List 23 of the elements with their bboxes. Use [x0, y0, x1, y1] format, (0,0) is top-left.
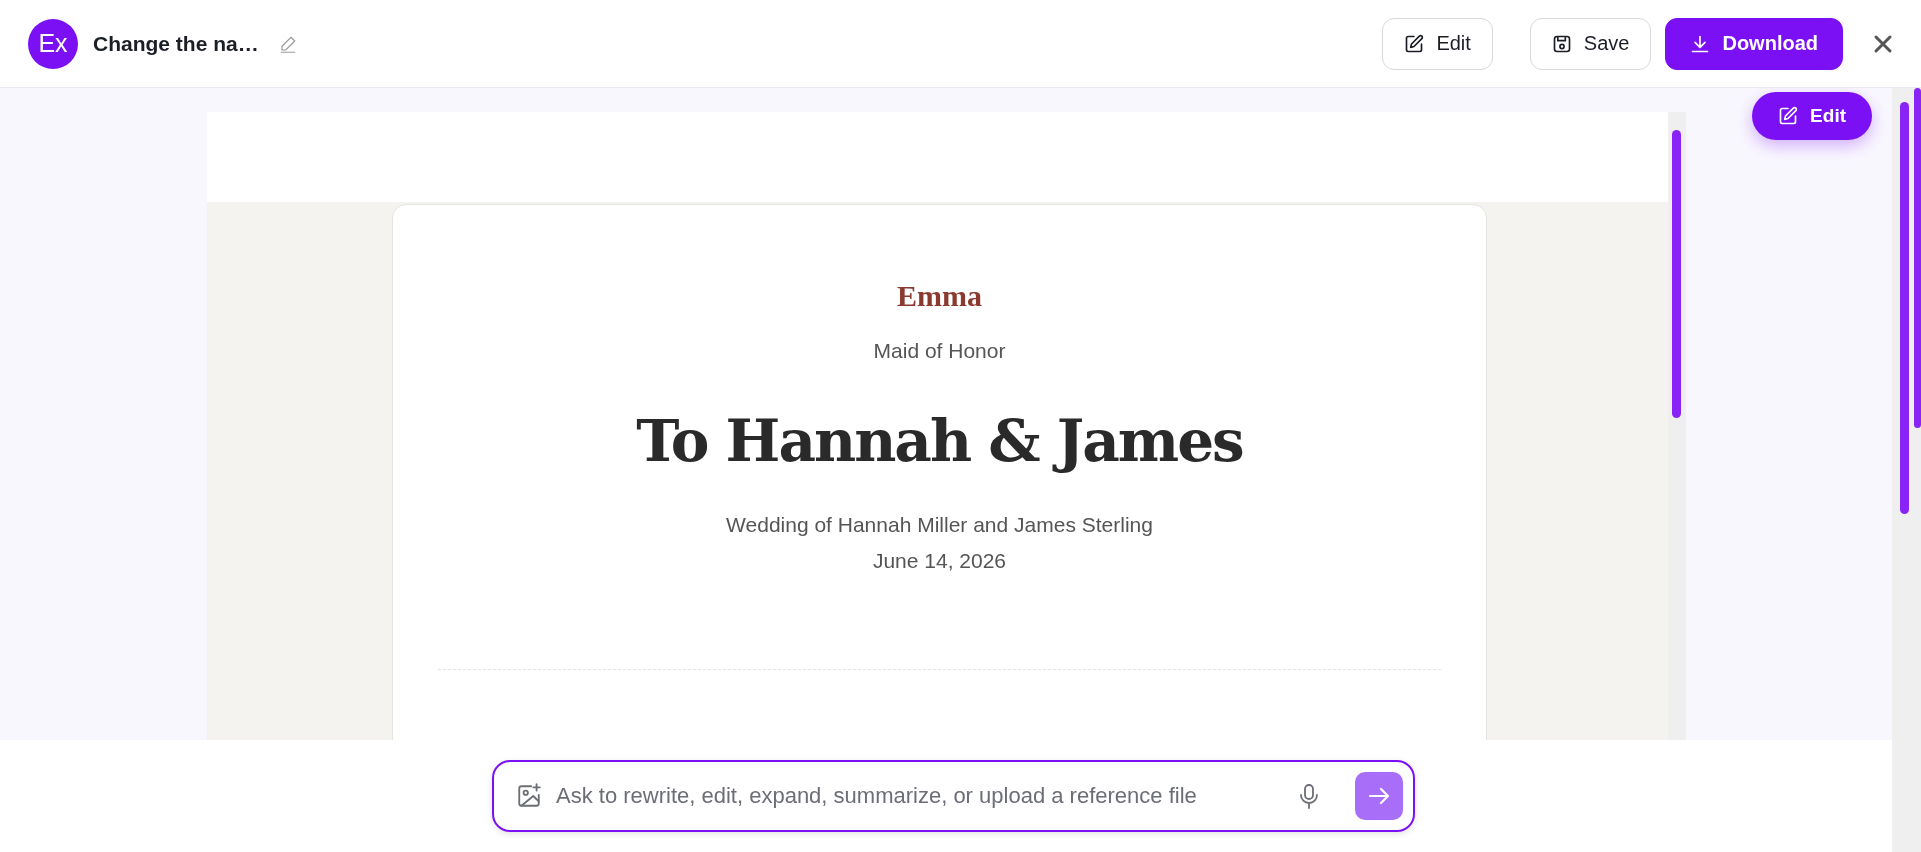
close-icon[interactable]	[1873, 33, 1893, 54]
microphone-icon[interactable]	[1297, 783, 1321, 809]
event-subtitle: Wedding of Hannah Miller and James Sterling	[726, 513, 1153, 537]
chat-composer[interactable]: Ask to rewrite, edit, expand, summarize, or upload a reference file	[492, 760, 1415, 832]
document-scrollbar[interactable]	[1668, 112, 1686, 740]
pencil-icon[interactable]	[278, 34, 297, 53]
page-scrollbar[interactable]	[1914, 88, 1921, 428]
edit-icon	[1778, 106, 1799, 126]
save-button[interactable]: Save	[1529, 17, 1652, 70]
author-name: Emma	[897, 279, 982, 313]
send-button[interactable]	[1355, 772, 1403, 820]
edit-button[interactable]: Edit	[1382, 17, 1493, 70]
document-title: Change the na…	[93, 31, 259, 56]
download-icon	[1690, 33, 1711, 54]
avatar: Ex	[28, 18, 78, 69]
event-date: June 14, 2026	[872, 549, 1007, 573]
author-role: Maid of Honor	[873, 339, 1006, 363]
add-image-icon[interactable]	[516, 783, 542, 809]
page-scrollbar[interactable]	[1900, 102, 1909, 514]
document-heading: To Hannah & James	[636, 407, 1243, 475]
download-button[interactable]: Download	[1665, 17, 1843, 70]
edit-button[interactable]: Edit	[1752, 92, 1872, 140]
edit-icon	[1404, 33, 1425, 54]
